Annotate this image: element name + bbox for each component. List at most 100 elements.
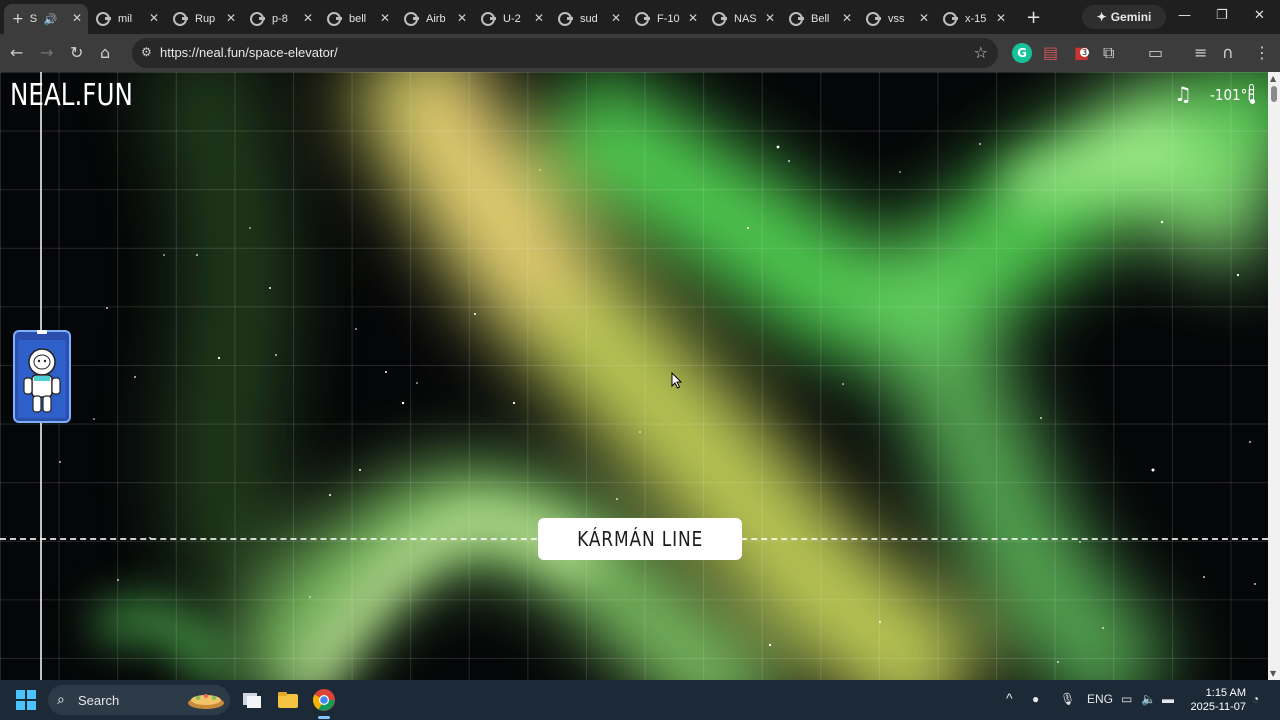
karman-line-label: KÁRMÁN LINE [538, 518, 742, 560]
notification-icon[interactable]: ◔ [1252, 692, 1259, 706]
google-icon [404, 12, 419, 26]
tab[interactable]: mil ✕ [88, 4, 165, 34]
taskbar-search[interactable]: ⌕ Search [48, 685, 230, 715]
tab-label: Rup [195, 13, 216, 25]
speaker-icon[interactable]: 🔊 [44, 13, 58, 26]
google-icon [173, 12, 188, 26]
bookmark-star-icon[interactable]: ☆ [974, 43, 988, 62]
clock-time: 1:15 AM [1205, 687, 1246, 699]
gemini-label: Gemini [1110, 10, 1152, 24]
close-icon[interactable]: ✕ [534, 11, 544, 25]
tab[interactable]: bell ✕ [319, 4, 396, 34]
site-settings-icon[interactable]: ⚙ [141, 45, 152, 59]
new-tab-button[interactable]: + [1026, 7, 1041, 28]
mouse-cursor-icon [671, 372, 683, 389]
chrome-tray-icon[interactable]: ● [1032, 692, 1039, 706]
elevator-car [13, 330, 71, 423]
astronaut-icon [23, 348, 61, 413]
tab[interactable]: U-2 ✕ [473, 4, 550, 34]
page-scrollbar[interactable]: ▲ ▼ [1268, 72, 1280, 680]
network-icon[interactable]: ▭ [1121, 692, 1132, 706]
puzzle-icon[interactable]: ⧉ [1103, 43, 1114, 63]
tab-label: p-8 [272, 13, 288, 25]
google-icon [789, 12, 804, 26]
close-icon[interactable]: ✕ [765, 11, 775, 25]
tab[interactable]: F-10 ✕ [627, 4, 704, 34]
gemini-button[interactable]: ✦ Gemini [1082, 5, 1166, 29]
google-icon [481, 12, 496, 26]
battery-icon[interactable]: ▬ [1162, 692, 1174, 706]
close-icon[interactable]: ✕ [457, 11, 467, 25]
scroll-up-icon[interactable]: ▲ [1270, 74, 1276, 83]
tab-label: U-2 [503, 13, 521, 25]
minimize-button[interactable]: — [1178, 8, 1191, 23]
close-icon[interactable]: ✕ [842, 11, 852, 25]
google-icon [866, 12, 881, 26]
tab[interactable]: sud ✕ [550, 4, 627, 34]
google-icon [712, 12, 727, 26]
browser-toolbar: ← → ↻ ⌂ ⚙ https://neal.fun/space-elevato… [0, 34, 1280, 72]
tab[interactable]: Bell ✕ [781, 4, 858, 34]
tab-label: Airb [426, 13, 446, 25]
music-note-icon[interactable]: ♫ [1174, 82, 1192, 106]
tab[interactable]: Airb ✕ [396, 4, 473, 34]
cast-icon[interactable]: ▭ [1148, 43, 1163, 63]
google-icon [943, 12, 958, 26]
chrome-icon[interactable] [312, 688, 336, 712]
tab[interactable]: x-15 ✕ [935, 4, 1012, 34]
tab-active[interactable]: + S 🔊 ✕ [4, 4, 88, 34]
back-icon[interactable]: ← [10, 43, 23, 63]
close-icon[interactable]: ✕ [688, 11, 698, 25]
windows-taskbar: ⌕ Search ^ ● 🎙 ENG ▭ 🔈 ▬ 1:15 AM 2025-11… [0, 680, 1280, 720]
site-logo[interactable]: NEAL.FUN [10, 78, 133, 113]
close-window-button[interactable]: ✕ [1254, 8, 1265, 23]
close-icon[interactable]: ✕ [303, 11, 313, 25]
tab-label: S [29, 13, 38, 25]
tab-label: NAS [734, 13, 757, 25]
menu-icon[interactable]: ⋮ [1254, 43, 1270, 63]
elevator-cap [37, 330, 47, 334]
headphones-icon[interactable]: ∩ [1222, 43, 1234, 63]
address-bar[interactable]: ⚙ https://neal.fun/space-elevator/ ☆ [132, 38, 998, 68]
extension-icon[interactable]: ▤ [1043, 43, 1058, 63]
tab[interactable]: NAS ✕ [704, 4, 781, 34]
scroll-thumb[interactable] [1271, 86, 1277, 102]
google-icon [635, 12, 650, 26]
file-explorer-icon[interactable] [276, 688, 300, 712]
close-icon[interactable]: ✕ [149, 11, 159, 25]
search-label: Search [78, 692, 120, 708]
home-icon[interactable]: ⌂ [100, 43, 110, 63]
windows-start-icon[interactable] [16, 690, 36, 710]
tab-label: vss [888, 13, 905, 25]
media-controls-icon[interactable]: ≡ [1194, 43, 1207, 63]
elevator-window [18, 340, 66, 418]
extension-badge: 3 [1080, 48, 1090, 57]
close-icon[interactable]: ✕ [226, 11, 236, 25]
tab-label: F-10 [657, 13, 680, 25]
close-icon[interactable]: ✕ [380, 11, 390, 25]
tab[interactable]: vss ✕ [858, 4, 935, 34]
close-icon[interactable]: ✕ [919, 11, 929, 25]
language-indicator[interactable]: ENG [1087, 692, 1113, 706]
scroll-down-icon[interactable]: ▼ [1270, 669, 1276, 678]
close-icon[interactable]: ✕ [72, 11, 82, 25]
volume-icon[interactable]: 🔈 [1141, 692, 1156, 706]
maximize-button[interactable]: ❐ [1216, 8, 1228, 23]
active-app-indicator [318, 716, 330, 719]
task-view-icon[interactable] [240, 688, 264, 712]
chevron-up-icon[interactable]: ^ [1006, 690, 1013, 706]
url-text[interactable]: https://neal.fun/space-elevator/ [160, 45, 338, 60]
microphone-icon[interactable]: 🎙 [1060, 692, 1075, 706]
tab[interactable]: p-8 ✕ [242, 4, 319, 34]
tab-strip: + S 🔊 ✕ mil ✕ Rup ✕ p-8 ✕ bell ✕ Airb ✕ U-2 ✕ … [0, 0, 1280, 34]
tab[interactable]: Rup ✕ [165, 4, 242, 34]
close-icon[interactable]: ✕ [996, 11, 1006, 25]
grammarly-icon[interactable]: G [1012, 43, 1032, 63]
close-icon[interactable]: ✕ [611, 11, 621, 25]
forward-icon[interactable]: → [40, 43, 53, 63]
tab-label: bell [349, 13, 367, 25]
google-icon [250, 12, 265, 26]
tab-label: sud [580, 13, 598, 25]
reload-icon[interactable]: ↻ [70, 43, 83, 63]
clock[interactable]: 1:15 AM 2025-11-07 [1186, 686, 1246, 714]
